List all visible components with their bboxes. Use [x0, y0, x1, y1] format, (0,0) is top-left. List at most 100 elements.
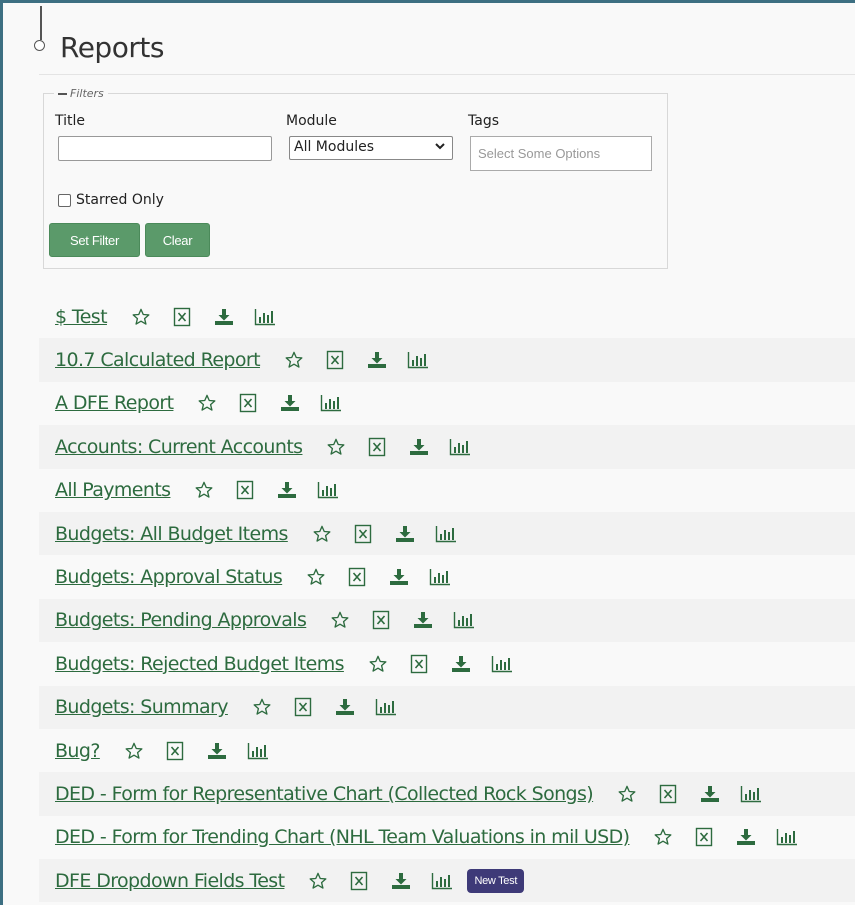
download-icon[interactable] — [277, 481, 297, 499]
star-outline-icon[interactable] — [306, 567, 326, 587]
star-outline-icon[interactable] — [124, 741, 144, 761]
excel-icon[interactable] — [695, 827, 713, 847]
report-link[interactable]: Budgets: Approval Status — [55, 566, 283, 588]
report-link[interactable]: Budgets: All Budget Items — [55, 523, 288, 545]
clear-button[interactable]: Clear — [145, 223, 210, 257]
module-select[interactable]: All Modules — [289, 136, 453, 160]
download-icon[interactable] — [389, 568, 409, 586]
report-row: Budgets: Rejected Budget Items — [39, 642, 855, 686]
report-link[interactable]: Budgets: Rejected Budget Items — [55, 653, 345, 675]
excel-icon[interactable] — [350, 871, 368, 891]
page-title: Reports — [60, 31, 164, 64]
star-outline-icon[interactable] — [197, 393, 217, 413]
star-outline-icon[interactable] — [368, 654, 388, 674]
report-row: A DFE Report — [39, 381, 855, 426]
report-row: DED - Form for Trending Chart (NHL Team … — [39, 815, 855, 860]
bar-chart-icon[interactable] — [247, 742, 269, 760]
report-link[interactable]: All Payments — [55, 479, 171, 501]
report-row: Budgets: Summary — [39, 685, 855, 729]
bar-chart-icon[interactable] — [740, 785, 762, 803]
filters-legend[interactable]: Filters — [54, 87, 108, 100]
report-link[interactable]: Bug? — [55, 740, 100, 762]
bar-chart-icon[interactable] — [317, 481, 339, 499]
report-link[interactable]: DFE Dropdown Fields Test — [55, 870, 285, 892]
bar-chart-icon[interactable] — [491, 655, 513, 673]
excel-icon[interactable] — [236, 480, 254, 500]
download-icon[interactable] — [207, 742, 227, 760]
bar-chart-icon[interactable] — [254, 308, 276, 326]
report-row: DFE Dropdown Fields Test New Test — [39, 859, 855, 903]
reports-panel: Reports Filters Title Module All Modules… — [0, 0, 855, 905]
tree-node-icon — [34, 40, 45, 51]
report-link[interactable]: A DFE Report — [55, 392, 174, 414]
download-icon[interactable] — [451, 655, 471, 673]
report-row: 10.7 Calculated Report — [39, 338, 855, 382]
excel-icon[interactable] — [368, 437, 386, 457]
download-icon[interactable] — [409, 438, 429, 456]
download-icon[interactable] — [413, 611, 433, 629]
star-outline-icon[interactable] — [194, 480, 214, 500]
tags-label: Tags — [468, 113, 499, 129]
excel-icon[interactable] — [659, 784, 677, 804]
bar-chart-icon[interactable] — [407, 351, 429, 369]
bar-chart-icon[interactable] — [375, 698, 397, 716]
title-label: Title — [55, 113, 86, 129]
download-icon[interactable] — [700, 785, 720, 803]
bar-chart-icon[interactable] — [435, 525, 457, 543]
excel-icon[interactable] — [348, 567, 366, 587]
report-link[interactable]: Accounts: Current Accounts — [55, 436, 303, 458]
star-outline-icon[interactable] — [284, 350, 304, 370]
star-outline-icon[interactable] — [326, 437, 346, 457]
title-divider — [39, 74, 855, 75]
starred-only-checkbox[interactable] — [58, 193, 71, 207]
star-outline-icon[interactable] — [308, 871, 328, 891]
report-link[interactable]: DED - Form for Trending Chart (NHL Team … — [55, 826, 630, 848]
report-link[interactable]: $ Test — [55, 306, 108, 328]
report-row: $ Test — [39, 295, 855, 339]
download-icon[interactable] — [395, 525, 415, 543]
collapse-icon[interactable] — [58, 93, 67, 95]
star-outline-icon[interactable] — [653, 827, 673, 847]
report-link[interactable]: DED - Form for Representative Chart (Col… — [55, 783, 594, 805]
download-icon[interactable] — [335, 698, 355, 716]
set-filter-button[interactable]: Set Filter — [49, 223, 140, 257]
star-outline-icon[interactable] — [330, 610, 350, 630]
excel-icon[interactable] — [166, 741, 184, 761]
bar-chart-icon[interactable] — [320, 394, 342, 412]
excel-icon[interactable] — [326, 350, 344, 370]
title-input[interactable] — [58, 136, 272, 161]
report-row: Budgets: Approval Status — [39, 555, 855, 599]
bar-chart-icon[interactable] — [453, 611, 475, 629]
excel-icon[interactable] — [239, 393, 257, 413]
report-link[interactable]: 10.7 Calculated Report — [55, 349, 261, 371]
bar-chart-icon[interactable] — [429, 568, 451, 586]
download-icon[interactable] — [736, 828, 756, 846]
star-outline-icon[interactable] — [312, 524, 332, 544]
tag-badge: New Test — [467, 868, 525, 893]
report-link[interactable]: Budgets: Summary — [55, 696, 229, 718]
star-outline-icon[interactable] — [617, 784, 637, 804]
report-row: DED - Form for Representative Chart (Col… — [39, 772, 855, 816]
chevron-down-icon — [434, 140, 446, 155]
bar-chart-icon[interactable] — [449, 438, 471, 456]
download-icon[interactable] — [391, 872, 411, 890]
tree-connector-line — [40, 6, 42, 40]
starred-only-toggle[interactable]: Starred Only — [58, 192, 164, 208]
report-row: All Payments — [39, 468, 855, 512]
download-icon[interactable] — [367, 351, 387, 369]
bar-chart-icon[interactable] — [776, 828, 798, 846]
excel-icon[interactable] — [294, 697, 312, 717]
star-outline-icon[interactable] — [131, 307, 151, 327]
bar-chart-icon[interactable] — [431, 872, 453, 890]
report-link[interactable]: Budgets: Pending Approvals — [55, 609, 307, 631]
report-row: Bug? — [39, 728, 855, 773]
download-icon[interactable] — [214, 308, 234, 326]
tags-input[interactable]: Select Some Options — [470, 136, 652, 171]
star-outline-icon[interactable] — [252, 697, 272, 717]
excel-icon[interactable] — [173, 307, 191, 327]
module-label: Module — [286, 113, 337, 129]
excel-icon[interactable] — [354, 524, 372, 544]
excel-icon[interactable] — [410, 654, 428, 674]
excel-icon[interactable] — [372, 610, 390, 630]
download-icon[interactable] — [280, 394, 300, 412]
